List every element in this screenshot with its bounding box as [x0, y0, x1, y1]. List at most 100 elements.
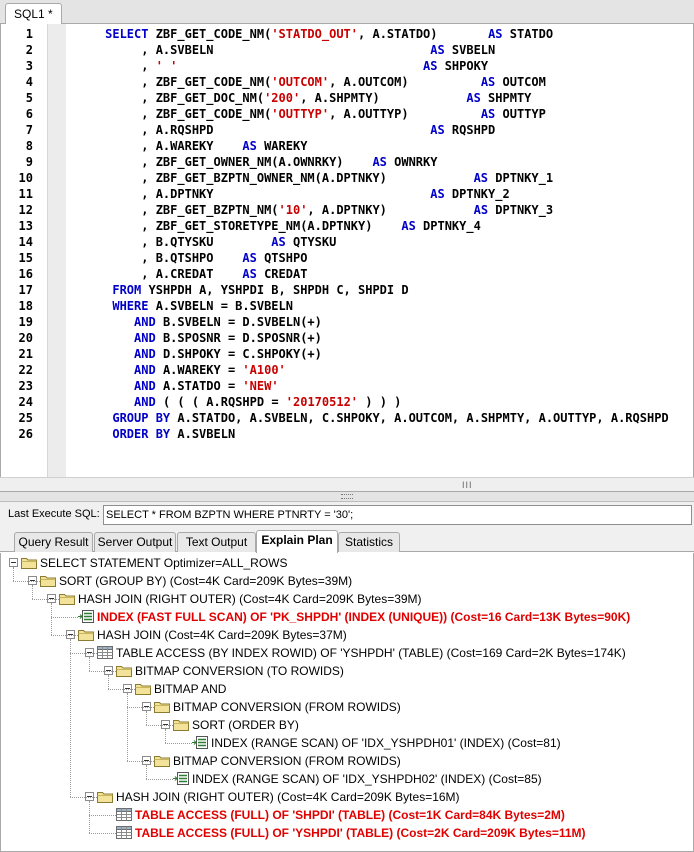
code-text[interactable]: , A.RQSHPD AS RQSHPD	[69, 122, 495, 138]
code-text[interactable]: AND A.STATDO = 'NEW'	[69, 378, 279, 394]
sql-editor[interactable]: 1 SELECT ZBF_GET_CODE_NM('STATDO_OUT', A…	[0, 24, 694, 482]
code-line[interactable]: 26 ORDER BY A.SVBELN	[1, 426, 693, 442]
code-text[interactable]: , A.CREDAT AS CREDAT	[69, 266, 307, 282]
tab-query-result[interactable]: Query Result	[14, 532, 93, 552]
code-line[interactable]: 15 , B.QTSHPO AS QTSHPO	[1, 250, 693, 266]
sql-token: STATDO	[502, 27, 554, 41]
plan-node[interactable]: INDEX (RANGE SCAN) OF 'IDX_YSHPDH02' (IN…	[1, 770, 693, 788]
plan-node[interactable]: HASH JOIN (Cost=4K Card=209K Bytes=37M)	[1, 626, 693, 644]
code-line[interactable]: 13 , ZBF_GET_STORETYPE_NM(A.DPTNKY) AS D…	[1, 218, 693, 234]
code-text[interactable]: GROUP BY A.STATDO, A.SVBELN, C.SHPOKY, A…	[69, 410, 668, 426]
code-text[interactable]: AND A.WAREKY = 'A100'	[69, 362, 286, 378]
code-line[interactable]: 21 AND D.SHPOKY = C.SHPOKY(+)	[1, 346, 693, 362]
code-line[interactable]: 20 AND B.SPOSNR = D.SPOSNR(+)	[1, 330, 693, 346]
code-line[interactable]: 14 , B.QTYSKU AS QTYSKU	[1, 234, 693, 250]
code-text[interactable]: ORDER BY A.SVBELN	[69, 426, 235, 442]
code-text[interactable]: , ' ' AS SHPOKY	[69, 58, 488, 74]
plan-node[interactable]: BITMAP CONVERSION (FROM ROWIDS)	[1, 752, 693, 770]
tab-text-output[interactable]: Text Output	[177, 532, 256, 552]
code-line[interactable]: 18 WHERE A.SVBELN = B.SVBELN	[1, 298, 693, 314]
code-text[interactable]: , ZBF_GET_OWNER_NM(A.OWNRKY) AS OWNRKY	[69, 154, 437, 170]
plan-node[interactable]: BITMAP CONVERSION (FROM ROWIDS)	[1, 698, 693, 716]
code-text[interactable]: , A.DPTNKY AS DPTNKY_2	[69, 186, 509, 202]
code-text[interactable]: , ZBF_GET_STORETYPE_NM(A.DPTNKY) AS DPTN…	[69, 218, 481, 234]
line-number: 8	[25, 139, 33, 153]
sql-token: OUTCOM	[495, 75, 546, 89]
code-line[interactable]: 23 AND A.STATDO = 'NEW'	[1, 378, 693, 394]
plan-node[interactable]: BITMAP AND	[1, 680, 693, 698]
code-text[interactable]: AND B.SPOSNR = D.SPOSNR(+)	[69, 330, 322, 346]
last-execute-label: Last Execute SQL:	[8, 508, 100, 520]
code-line[interactable]: 16 , A.CREDAT AS CREDAT	[1, 266, 693, 282]
sql-string: 'OUTCOM'	[271, 75, 330, 89]
code-text[interactable]: , A.SVBELN AS SVBELN	[69, 42, 495, 58]
code-text[interactable]: , B.QTYSKU AS QTYSKU	[69, 234, 336, 250]
line-number: 23	[18, 379, 33, 393]
code-text[interactable]: , ZBF_GET_BZPTN_OWNER_NM(A.DPTNKY) AS DP…	[69, 170, 553, 186]
code-line[interactable]: 12 , ZBF_GET_BZPTN_NM('10', A.DPTNKY) AS…	[1, 202, 693, 218]
result-tab-strip: Query Result Server Output Text Output E…	[0, 528, 694, 553]
code-line[interactable]: 11 , A.DPTNKY AS DPTNKY_2	[1, 186, 693, 202]
code-line[interactable]: 17 FROM YSHPDH A, YSHPDI B, SHPDH C, SHP…	[1, 282, 693, 298]
plan-node[interactable]: HASH JOIN (RIGHT OUTER) (Cost=4K Card=20…	[1, 788, 693, 806]
code-line[interactable]: 6 , ZBF_GET_CODE_NM('OUTTYP', A.OUTTYP) …	[1, 106, 693, 122]
tab-statistics[interactable]: Statistics	[338, 532, 400, 552]
code-text[interactable]: AND ( ( ( A.RQSHPD = '20170512' ) ) )	[69, 394, 401, 410]
code-text[interactable]: AND D.SHPOKY = C.SHPOKY(+)	[69, 346, 322, 362]
splitter-grip-icon[interactable]	[341, 494, 353, 499]
pane-splitter[interactable]	[0, 492, 694, 502]
plan-node[interactable]: SELECT STATEMENT Optimizer=ALL_ROWS	[1, 554, 693, 572]
line-number: 11	[18, 187, 33, 201]
plan-node-label: TABLE ACCESS (FULL) OF 'YSHPDI' (TABLE) …	[135, 826, 586, 840]
plan-node[interactable]: HASH JOIN (RIGHT OUTER) (Cost=4K Card=20…	[1, 590, 693, 608]
plan-node[interactable]: INDEX (RANGE SCAN) OF 'IDX_YSHPDH01' (IN…	[1, 734, 693, 752]
code-text[interactable]: AND B.SVBELN = D.SVBELN(+)	[69, 314, 322, 330]
sql-token: ) ) )	[358, 395, 402, 409]
code-line[interactable]: 1 SELECT ZBF_GET_CODE_NM('STATDO_OUT', A…	[1, 26, 693, 42]
code-text[interactable]: , ZBF_GET_DOC_NM('200', A.SHPMTY) AS SHP…	[69, 90, 531, 106]
line-number: 17	[18, 283, 33, 297]
editor-horizontal-scrollbar[interactable]: III	[0, 477, 694, 492]
code-line[interactable]: 3 , ' ' AS SHPOKY	[1, 58, 693, 74]
code-text[interactable]: , ZBF_GET_CODE_NM('OUTTYP', A.OUTTYP) AS…	[69, 106, 546, 122]
plan-node[interactable]: INDEX (FAST FULL SCAN) OF 'PK_SHPDH' (IN…	[1, 608, 693, 626]
code-text[interactable]: , A.WAREKY AS WAREKY	[69, 138, 307, 154]
code-text[interactable]: SELECT ZBF_GET_CODE_NM('STATDO_OUT', A.S…	[69, 26, 553, 42]
code-text[interactable]: WHERE A.SVBELN = B.SVBELN	[69, 298, 293, 314]
plan-node[interactable]: SORT (ORDER BY)	[1, 716, 693, 734]
code-line[interactable]: 9 , ZBF_GET_OWNER_NM(A.OWNRKY) AS OWNRKY	[1, 154, 693, 170]
tab-server-output[interactable]: Server Output	[94, 532, 176, 552]
code-text[interactable]: , ZBF_GET_BZPTN_NM('10', A.DPTNKY) AS DP…	[69, 202, 553, 218]
tree-connector	[165, 729, 166, 743]
code-line[interactable]: 5 , ZBF_GET_DOC_NM('200', A.SHPMTY) AS S…	[1, 90, 693, 106]
line-number: 25	[18, 411, 33, 425]
sql-token: YSHPDH A, YSHPDI B, SHPDH C, SHPDI D	[141, 283, 409, 297]
sql-token: , A.WAREKY	[69, 139, 243, 153]
tab-sql1[interactable]: SQL1 *	[5, 3, 62, 25]
code-line[interactable]: 19 AND B.SVBELN = D.SVBELN(+)	[1, 314, 693, 330]
code-line[interactable]: 7 , A.RQSHPD AS RQSHPD	[1, 122, 693, 138]
sql-keyword: AS	[430, 43, 445, 57]
scrollbar-grip[interactable]: III	[462, 480, 473, 490]
code-line[interactable]: 24 AND ( ( ( A.RQSHPD = '20170512' ) ) )	[1, 394, 693, 410]
plan-node[interactable]: TABLE ACCESS (BY INDEX ROWID) OF 'YSHPDH…	[1, 644, 693, 662]
code-line[interactable]: 4 , ZBF_GET_CODE_NM('OUTCOM', A.OUTCOM) …	[1, 74, 693, 90]
code-text[interactable]: , ZBF_GET_CODE_NM('OUTCOM', A.OUTCOM) AS…	[69, 74, 546, 90]
code-text[interactable]: FROM YSHPDH A, YSHPDI B, SHPDH C, SHPDI …	[69, 282, 409, 298]
code-lines: 1 SELECT ZBF_GET_CODE_NM('STATDO_OUT', A…	[1, 26, 693, 442]
last-execute-sql-field[interactable]: SELECT * FROM BZPTN WHERE PTNRTY = '30';	[103, 505, 692, 525]
explain-plan-tree[interactable]: SELECT STATEMENT Optimizer=ALL_ROWS SORT …	[0, 553, 694, 852]
code-line[interactable]: 8 , A.WAREKY AS WAREKY	[1, 138, 693, 154]
tree-connector	[13, 567, 14, 581]
tree-connector	[13, 581, 40, 582]
code-line[interactable]: 2 , A.SVBELN AS SVBELN	[1, 42, 693, 58]
code-text[interactable]: , B.QTSHPO AS QTSHPO	[69, 250, 307, 266]
code-line[interactable]: 25 GROUP BY A.STATDO, A.SVBELN, C.SHPOKY…	[1, 410, 693, 426]
code-line[interactable]: 22 AND A.WAREKY = 'A100'	[1, 362, 693, 378]
tab-explain-plan[interactable]: Explain Plan	[256, 530, 338, 553]
plan-node[interactable]: SORT (GROUP BY) (Cost=4K Card=209K Bytes…	[1, 572, 693, 590]
collapse-toggle-icon[interactable]	[9, 558, 18, 567]
code-line[interactable]: 10 , ZBF_GET_BZPTN_OWNER_NM(A.DPTNKY) AS…	[1, 170, 693, 186]
tree-connector	[70, 797, 97, 798]
